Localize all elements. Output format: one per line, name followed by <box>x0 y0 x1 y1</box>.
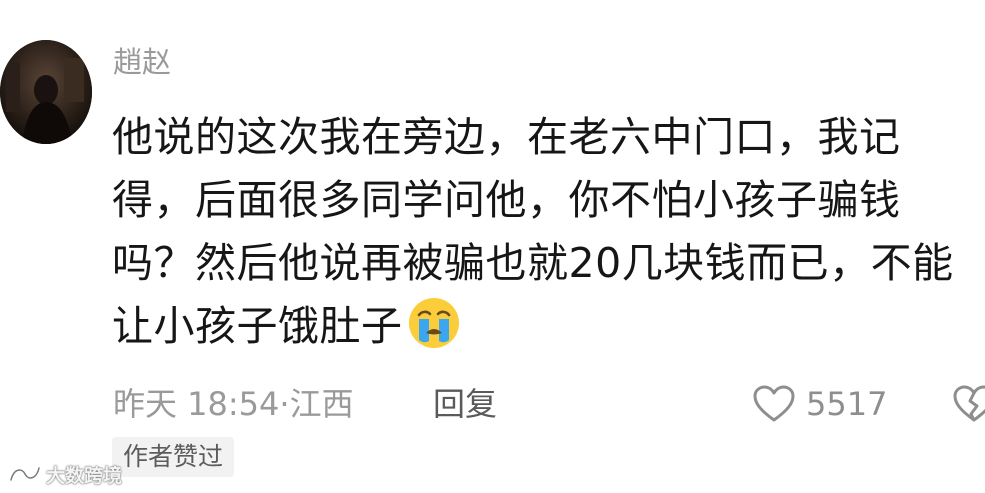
heart-outline-icon <box>753 385 795 422</box>
comment-text: 他说的这次我在旁边，在老六中门口，我记 得，后面很多同学问他，你不怕小孩子骗钱 … <box>112 106 982 358</box>
dislike-button[interactable] <box>952 384 985 428</box>
like-count: 5517 <box>806 385 888 423</box>
comment-text-line-last: 让小孩子饿肚子 <box>112 295 982 358</box>
crying-face-emoji-icon <box>408 298 459 348</box>
watermark: 大数跨境 <box>8 460 122 488</box>
comment-text-line: 得，后面很多同学问他，你不怕小孩子骗钱 <box>112 176 901 224</box>
comment-text-line: 吗？然后他说再被骗也就20几块钱而已，不能 <box>112 239 954 287</box>
like-button[interactable]: 5517 <box>752 380 887 428</box>
comment-username[interactable]: 趙赵 <box>113 42 171 82</box>
reply-button[interactable]: 回复 <box>433 382 497 426</box>
user-avatar[interactable] <box>0 40 92 144</box>
broken-heart-icon <box>953 385 985 422</box>
meta-separator: · <box>279 385 290 423</box>
watermark-logo-icon <box>9 466 41 482</box>
author-liked-badge: 作者赞过 <box>112 437 235 477</box>
watermark-text: 大数跨境 <box>46 464 123 487</box>
avatar-image <box>0 40 92 144</box>
comment-text-line: 他说的这次我在旁边，在老六中门口，我记 <box>112 113 901 161</box>
comment-location: 江西 <box>289 385 354 423</box>
comment-meta: 昨天 18:54·江西 <box>113 382 354 426</box>
comment-timestamp: 昨天 18:54 <box>113 385 280 423</box>
comment-text-fragment: 让小孩子饿肚子 <box>112 302 403 350</box>
